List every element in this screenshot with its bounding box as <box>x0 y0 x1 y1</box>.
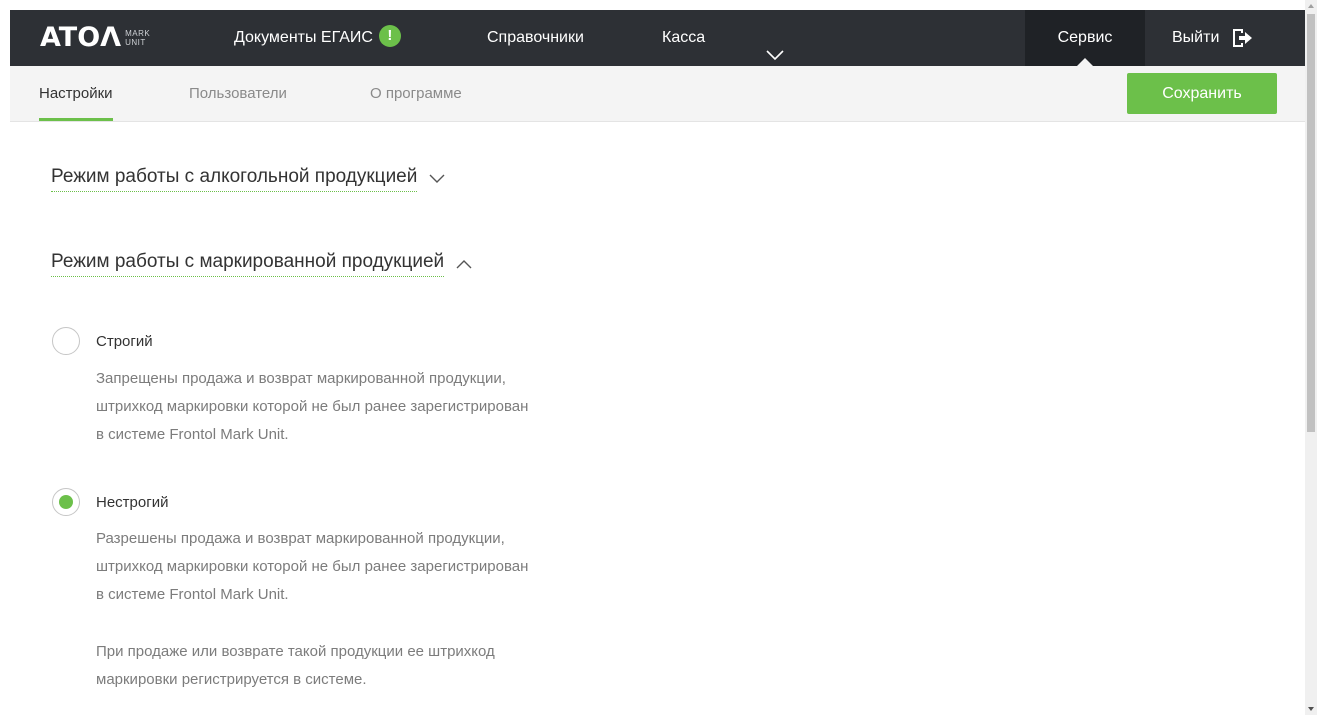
nav-service-label: Сервис <box>1057 29 1113 46</box>
strict-description: Запрещены продажа и возврат маркированно… <box>96 365 696 449</box>
mode-option-nonstrict[interactable]: Нестрогий <box>52 488 168 516</box>
scroll-down-arrow-icon[interactable] <box>1308 707 1314 711</box>
nav-more-menu[interactable] <box>766 30 784 61</box>
description-line: в системе Frontol Mark Unit. <box>96 426 289 443</box>
nav-references[interactable]: Справочники <box>487 10 584 66</box>
logout-button[interactable]: Выйти <box>1172 10 1253 66</box>
nav-cash-label: Касса <box>662 29 706 46</box>
radio-strict[interactable] <box>52 327 80 355</box>
settings-content: Режим работы с алкогольной продукцией Ре… <box>10 122 1305 715</box>
top-navigation-bar: ATOΛ MARK UNIT Документы ЕГАИС! Справочн… <box>10 10 1305 67</box>
radio-nonstrict[interactable] <box>52 488 80 516</box>
atol-logo[interactable]: ATOΛ MARK UNIT <box>40 24 150 52</box>
section-alcohol-mode[interactable]: Режим работы с алкогольной продукцией <box>51 166 445 192</box>
radio-strict-label: Строгий <box>96 332 153 350</box>
radio-nonstrict-label: Нестрогий <box>96 493 169 511</box>
nav-service[interactable]: Сервис <box>1025 10 1145 67</box>
page-scrollbar[interactable] <box>1305 0 1317 715</box>
description-line: штрихкод маркировки которой не был ранее… <box>96 558 529 575</box>
logout-icon <box>1233 29 1253 47</box>
mode-option-strict[interactable]: Строгий <box>52 327 153 355</box>
sub-navigation-bar: Настройки Пользователи О программе Сохра… <box>10 66 1305 122</box>
chevron-up-icon <box>456 260 472 269</box>
nav-cash[interactable]: Касса <box>662 10 705 66</box>
description-line: Запрещены продажа и возврат маркированно… <box>96 370 506 387</box>
nonstrict-description: Разрешены продажа и возврат маркированно… <box>96 525 696 609</box>
save-button[interactable]: Сохранить <box>1127 73 1277 114</box>
scroll-thumb[interactable] <box>1307 14 1315 432</box>
description-line: в системе Frontol Mark Unit. <box>96 586 289 603</box>
section-marked-title: Режим работы с маркированной продукцией <box>51 251 445 277</box>
description-line: маркировки регистрируется в системе. <box>96 671 367 688</box>
chevron-down-icon <box>429 174 445 183</box>
tab-about[interactable]: О программе <box>370 66 462 121</box>
section-alcohol-title: Режим работы с алкогольной продукцией <box>51 166 418 192</box>
section-marked-mode[interactable]: Режим работы с маркированной продукцией <box>51 251 472 277</box>
nav-egais-documents[interactable]: Документы ЕГАИС! <box>234 10 401 66</box>
nav-references-label: Справочники <box>487 29 584 46</box>
logo-sub-bottom: UNIT <box>125 38 146 47</box>
app-window: ATOΛ MARK UNIT Документы ЕГАИС! Справочн… <box>10 10 1305 715</box>
alert-badge: ! <box>378 24 401 47</box>
logo-subtitle: MARK UNIT <box>125 29 150 47</box>
scroll-up-arrow-icon[interactable] <box>1308 4 1314 8</box>
nav-egais-documents-label: Документы ЕГАИС <box>234 29 373 46</box>
chevron-down-icon <box>766 50 784 61</box>
logo-sub-top: MARK <box>125 29 151 38</box>
logout-label: Выйти <box>1172 29 1220 46</box>
description-line: штрихкод маркировки которой не был ранее… <box>96 398 529 415</box>
logo-mark: ATOΛ <box>40 22 122 53</box>
description-line: Разрешены продажа и возврат маркированно… <box>96 530 505 547</box>
nonstrict-extra-note: При продаже или возврате такой продукции… <box>96 638 696 694</box>
description-line: При продаже или возврате такой продукции… <box>96 643 495 660</box>
tab-users[interactable]: Пользователи <box>189 66 287 121</box>
tab-settings[interactable]: Настройки <box>39 66 113 121</box>
